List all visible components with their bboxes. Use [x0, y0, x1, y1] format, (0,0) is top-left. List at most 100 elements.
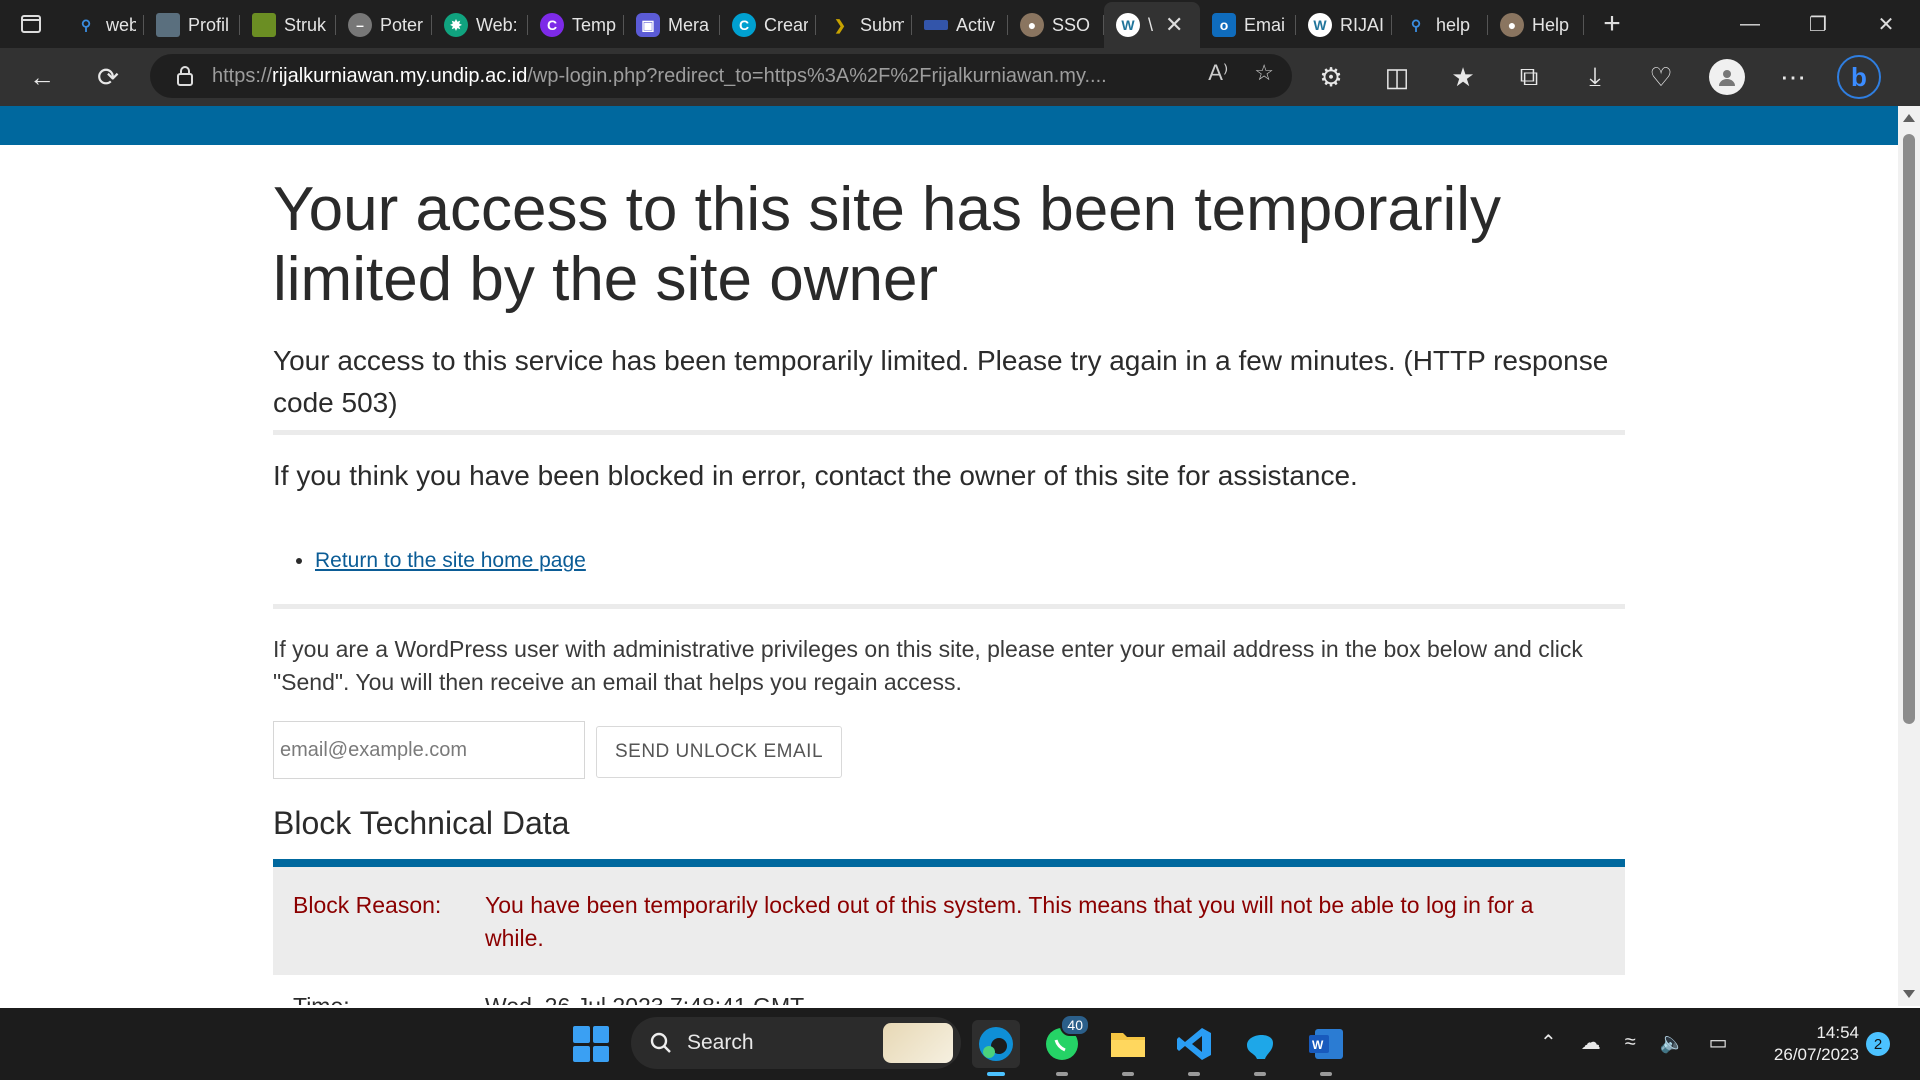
split-screen-icon: ◫	[1384, 61, 1410, 92]
search-icon	[650, 1032, 671, 1053]
vscode-app[interactable]	[1170, 1020, 1218, 1076]
close-window-button[interactable]: ✕	[1852, 0, 1920, 48]
favorite-star-icon[interactable]: ☆	[1254, 60, 1274, 86]
whatsapp-app[interactable]: 40	[1038, 1014, 1090, 1076]
whatsapp-badge: 40	[1060, 1014, 1090, 1036]
browser-essentials-button[interactable]: ♡	[1635, 51, 1687, 103]
tab-crear[interactable]: C Crear	[720, 5, 816, 45]
url-host: rijalkurniawan.my.undip.ac.id	[272, 64, 528, 87]
restore-button[interactable]: ❐	[1784, 0, 1852, 48]
restore-icon: ❐	[1809, 13, 1827, 36]
avatar-icon	[1709, 59, 1745, 95]
block-reason-row: Block Reason: You have been temporarily …	[273, 867, 1625, 975]
tab-help-search[interactable]: ⚲ help	[1392, 5, 1488, 45]
tab-mera[interactable]: ▣ Mera	[624, 5, 720, 45]
windows-logo-pane	[592, 1026, 609, 1043]
running-indicator	[987, 1072, 1005, 1076]
puzzle-icon: ⚙	[1319, 61, 1343, 92]
canva-icon: C	[540, 13, 564, 37]
browser-tab-strip: ⚲web c Profil Struk –Poter ✸Web: CTemp ▣…	[0, 0, 1920, 48]
clock-date: 26/07/2023	[1773, 1045, 1859, 1064]
favorites-button[interactable]: ★	[1437, 51, 1489, 103]
tab-struk[interactable]: Struk	[240, 5, 336, 45]
tab-sso[interactable]: ● SSO	[1008, 5, 1104, 45]
close-icon: ✕	[1877, 13, 1895, 36]
copilot-button[interactable]: b	[1833, 51, 1885, 103]
contact-owner-message: If you think you have been blocked in er…	[273, 460, 1358, 491]
battery-icon[interactable]: ▭	[1709, 1030, 1728, 1055]
email-field[interactable]	[273, 721, 585, 779]
running-indicator	[1188, 1072, 1200, 1076]
tab-profil[interactable]: Profil	[144, 5, 240, 45]
chevron-up-icon[interactable]: ⌃	[1540, 1030, 1557, 1055]
bing-icon: b	[1837, 55, 1881, 99]
window-controls: — ❐ ✕	[1716, 0, 1920, 48]
url-path: /wp-login.php?redirect_to=https%3A%2F%2F…	[527, 64, 1107, 87]
file-explorer-app[interactable]	[1104, 1020, 1152, 1076]
more-dots-icon: ⋯	[1780, 61, 1806, 92]
link-list: Return to the site home page	[315, 549, 586, 573]
running-indicator	[1056, 1072, 1068, 1076]
refresh-button[interactable]: ⟳	[82, 51, 134, 103]
globe-icon: –	[348, 13, 372, 37]
wordpress-icon: W	[1116, 13, 1140, 37]
close-tab-icon[interactable]: ✕	[1165, 12, 1183, 38]
windows-logo-pane	[573, 1045, 590, 1062]
settings-menu-button[interactable]: ⋯	[1767, 51, 1819, 103]
onedrive-cloud-icon[interactable]: ☁	[1581, 1030, 1601, 1055]
tab-activ[interactable]: Activ	[912, 5, 1008, 45]
edge-app[interactable]	[972, 1020, 1020, 1076]
edge-icon	[979, 1027, 1013, 1061]
read-aloud-icon[interactable]: A⁾	[1208, 60, 1228, 86]
address-bar[interactable]: https://rijalkurniawan.my.undip.ac.id/wp…	[150, 54, 1292, 98]
wifi-icon[interactable]: ≈	[1625, 1031, 1636, 1054]
back-button[interactable]: ←	[16, 51, 68, 103]
address-bar-actions: A⁾ ☆	[1208, 60, 1274, 86]
list-item: Return to the site home page	[315, 549, 586, 573]
url-prefix: https://	[212, 64, 273, 87]
time-label: Time:	[293, 993, 443, 1005]
start-button[interactable]	[573, 1026, 609, 1062]
tab-actions-button[interactable]	[0, 0, 62, 48]
downloads-button[interactable]: ⤓	[1569, 51, 1621, 103]
taskbar-clock[interactable]: 14:54 26/07/2023	[1755, 1022, 1859, 1066]
access-limited-message: Your access to this service has been tem…	[273, 345, 1609, 418]
arrow-icon: ❯	[834, 16, 846, 33]
tab-subm[interactable]: ❯ Subm	[816, 5, 912, 45]
notification-count-badge[interactable]: 2	[1866, 1032, 1890, 1056]
tab-active-wordpress[interactable]: W \ ✕	[1104, 2, 1200, 48]
word-app[interactable]: W	[1302, 1020, 1350, 1076]
split-screen-button[interactable]: ◫	[1371, 51, 1423, 103]
scroll-down-arrow-icon[interactable]	[1903, 990, 1915, 998]
search-icon: ⚲	[1410, 16, 1422, 33]
profile-button[interactable]	[1701, 51, 1753, 103]
toolbar-right-actions: ⚙ ◫ ★ ⧉ ⤓ ♡ ⋯ b	[1305, 51, 1885, 103]
tab-web-chatgpt[interactable]: ✸ Web:	[432, 5, 528, 45]
minimize-button[interactable]: —	[1716, 0, 1784, 48]
lock-icon	[177, 66, 193, 86]
tab-rijal[interactable]: W RIJAI	[1296, 5, 1392, 45]
return-home-link[interactable]: Return to the site home page	[315, 549, 586, 572]
tab-poter[interactable]: – Poter	[336, 5, 432, 45]
new-tab-button[interactable]: +	[1592, 4, 1632, 44]
page-scrollbar[interactable]	[1898, 106, 1920, 1006]
app-blue-shape[interactable]	[1236, 1020, 1284, 1076]
extensions-button[interactable]: ⚙	[1305, 51, 1357, 103]
tab-temp[interactable]: C Temp	[528, 5, 624, 45]
minimize-icon: —	[1740, 12, 1760, 35]
document-icon	[252, 13, 276, 37]
scroll-thumb[interactable]	[1903, 134, 1915, 724]
running-indicator	[1122, 1072, 1134, 1076]
tab-help[interactable]: ● Help	[1488, 5, 1584, 45]
taskbar-search[interactable]: Search	[631, 1017, 961, 1069]
windows-taskbar: Search 40 W ⌃ ☁ ≈ 🔈 ▭ 14:54 26/07/2023 2	[0, 1008, 1920, 1080]
svg-text:W: W	[1312, 1038, 1324, 1052]
tab-email[interactable]: o Emai	[1200, 5, 1296, 45]
scroll-up-arrow-icon[interactable]	[1903, 114, 1915, 122]
send-unlock-email-button[interactable]: SEND UNLOCK EMAIL	[596, 726, 842, 778]
url-text: https://rijalkurniawan.my.undip.ac.id/wp…	[212, 65, 1152, 88]
collections-button[interactable]: ⧉	[1503, 51, 1555, 103]
volume-icon[interactable]: 🔈	[1660, 1030, 1685, 1055]
tab-web[interactable]: ⚲web c	[62, 5, 144, 45]
download-icon: ⤓	[1589, 61, 1601, 91]
